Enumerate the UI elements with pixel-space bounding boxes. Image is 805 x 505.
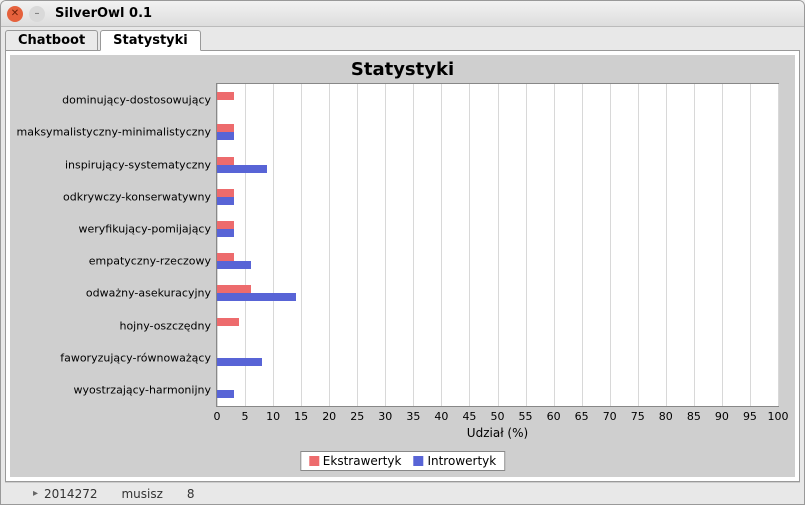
window-title: SilverOwl 0.1 bbox=[55, 6, 152, 21]
bar-ekstrawertyk bbox=[217, 318, 239, 326]
swatch-icon bbox=[309, 456, 319, 466]
close-icon[interactable]: ✕ bbox=[7, 6, 23, 22]
grid-line bbox=[554, 84, 555, 406]
y-tick-label: inspirujący-systematyczny bbox=[65, 158, 217, 171]
x-tick: 35 bbox=[406, 406, 420, 423]
grid-line bbox=[582, 84, 583, 406]
y-tick-label: faworyzujący-równoważący bbox=[60, 351, 217, 364]
y-tick-label: weryfikujący-pomijający bbox=[79, 222, 218, 235]
y-tick-label: empatyczny-rzeczowy bbox=[89, 255, 217, 268]
grid-line bbox=[498, 84, 499, 406]
x-tick: 95 bbox=[743, 406, 757, 423]
grid-line bbox=[469, 84, 470, 406]
legend-item-introwertyk: Introwertyk bbox=[413, 454, 496, 468]
y-tick-label: odkrywczy-konserwatywny bbox=[63, 190, 217, 203]
grid-line bbox=[526, 84, 527, 406]
bar-introwertyk bbox=[217, 390, 234, 398]
x-tick: 90 bbox=[715, 406, 729, 423]
grid-line bbox=[441, 84, 442, 406]
bar-introwertyk bbox=[217, 132, 234, 140]
grid-line bbox=[273, 84, 274, 406]
x-axis-label: Udział (%) bbox=[467, 426, 528, 440]
x-tick: 65 bbox=[575, 406, 589, 423]
x-tick: 50 bbox=[491, 406, 505, 423]
grid-line bbox=[750, 84, 751, 406]
grid-line bbox=[301, 84, 302, 406]
grid-line bbox=[666, 84, 667, 406]
grid-line bbox=[722, 84, 723, 406]
bar-introwertyk bbox=[217, 165, 267, 173]
status-cell: 8 bbox=[187, 487, 195, 501]
bar-ekstrawertyk bbox=[217, 157, 234, 165]
x-tick: 30 bbox=[378, 406, 392, 423]
grid-line bbox=[778, 84, 779, 406]
bar-introwertyk bbox=[217, 229, 234, 237]
x-tick: 100 bbox=[768, 406, 789, 423]
bar-ekstrawertyk bbox=[217, 124, 234, 132]
status-row: ▸ 2014272 musisz 8 bbox=[5, 482, 800, 504]
legend-label: Introwertyk bbox=[427, 454, 496, 468]
y-tick-label: maksymalistyczny-minimalistyczny bbox=[17, 126, 218, 139]
chart-title: Statystyki bbox=[10, 55, 795, 84]
grid-line bbox=[638, 84, 639, 406]
app-window: ✕ – SilverOwl 0.1 Chatboot Statystyki St… bbox=[0, 0, 805, 505]
x-tick: 85 bbox=[687, 406, 701, 423]
grid-line bbox=[694, 84, 695, 406]
tab-statystyki[interactable]: Statystyki bbox=[100, 30, 201, 51]
chart-legend: Ekstrawertyk Introwertyk bbox=[300, 451, 505, 471]
y-tick-label: hojny-oszczędny bbox=[119, 319, 217, 332]
bar-ekstrawertyk bbox=[217, 253, 234, 261]
legend-item-ekstrawertyk: Ekstrawertyk bbox=[309, 454, 402, 468]
grid-line bbox=[329, 84, 330, 406]
grid-line bbox=[357, 84, 358, 406]
bar-ekstrawertyk bbox=[217, 92, 234, 100]
status-cell: 2014272 bbox=[44, 487, 97, 501]
bar-introwertyk bbox=[217, 293, 296, 301]
x-tick: 80 bbox=[659, 406, 673, 423]
x-tick: 10 bbox=[266, 406, 280, 423]
minimize-icon[interactable]: – bbox=[29, 6, 45, 22]
chart-frame: Statystyki Udział (%) 051015202530354045… bbox=[10, 55, 795, 477]
x-tick: 0 bbox=[214, 406, 221, 423]
x-tick: 25 bbox=[350, 406, 364, 423]
grid-line bbox=[413, 84, 414, 406]
bar-introwertyk bbox=[217, 261, 251, 269]
x-tick: 55 bbox=[519, 406, 533, 423]
bar-introwertyk bbox=[217, 197, 234, 205]
y-tick-label: dominujący-dostosowujący bbox=[62, 94, 217, 107]
x-tick: 60 bbox=[547, 406, 561, 423]
swatch-icon bbox=[413, 456, 423, 466]
x-tick: 45 bbox=[462, 406, 476, 423]
chevron-right-icon: ▸ bbox=[33, 488, 38, 499]
titlebar: ✕ – SilverOwl 0.1 bbox=[1, 1, 804, 27]
x-tick: 15 bbox=[294, 406, 308, 423]
bar-introwertyk bbox=[217, 358, 262, 366]
legend-label: Ekstrawertyk bbox=[323, 454, 402, 468]
x-tick: 75 bbox=[631, 406, 645, 423]
grid-line bbox=[385, 84, 386, 406]
x-tick: 70 bbox=[603, 406, 617, 423]
bar-ekstrawertyk bbox=[217, 221, 234, 229]
tabbar: Chatboot Statystyki bbox=[1, 27, 804, 50]
x-tick: 40 bbox=[434, 406, 448, 423]
bar-ekstrawertyk bbox=[217, 285, 251, 293]
x-tick: 5 bbox=[242, 406, 249, 423]
chart-plot: Udział (%) 05101520253035404550556065707… bbox=[216, 83, 779, 407]
bar-ekstrawertyk bbox=[217, 189, 234, 197]
status-cell: musisz bbox=[121, 487, 162, 501]
x-tick: 20 bbox=[322, 406, 336, 423]
y-tick-label: odważny-asekuracyjny bbox=[86, 287, 217, 300]
y-tick-label: wyostrzający-harmonijny bbox=[74, 383, 218, 396]
grid-line bbox=[610, 84, 611, 406]
tab-chatboot[interactable]: Chatboot bbox=[5, 30, 98, 50]
content-panel: Statystyki Udział (%) 051015202530354045… bbox=[5, 50, 800, 482]
